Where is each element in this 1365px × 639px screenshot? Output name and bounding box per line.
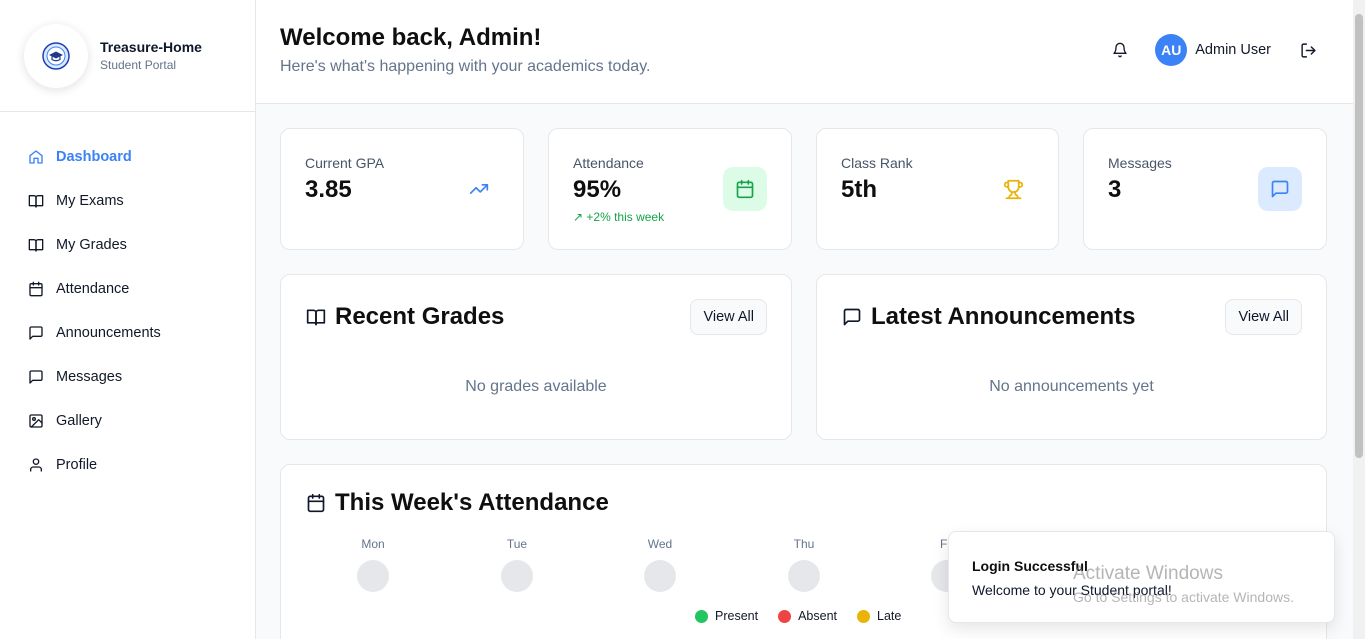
attendance-legend: Present Absent Late	[695, 609, 921, 623]
empty-state: No announcements yet	[989, 378, 1154, 395]
trending-up-icon	[457, 167, 501, 211]
sidebar-item-profile[interactable]: Profile	[0, 443, 255, 487]
sidebar: Treasure-Home Student Portal Dashboard M…	[0, 0, 256, 639]
brand-subtitle: Student Portal	[100, 58, 177, 72]
sidebar-item-label: My Exams	[56, 193, 124, 209]
calendar-icon	[305, 492, 327, 514]
legend-label: Present	[715, 609, 759, 623]
day-column: Thu	[774, 537, 834, 592]
sidebar-item-label: Profile	[56, 457, 98, 473]
login-toast[interactable]: Login Successful Welcome to your Student…	[948, 531, 1335, 623]
legend-item-absent: Absent	[778, 609, 837, 623]
stat-card-attendance: Attendance 95% ↗ +2% this week	[548, 128, 792, 250]
empty-state: No grades available	[465, 378, 607, 395]
panel-title: Latest Announcements	[871, 303, 1136, 330]
logout-icon[interactable]	[1299, 41, 1317, 59]
brand: Treasure-Home Student Portal	[0, 0, 255, 112]
book-open-icon	[28, 237, 44, 253]
attendance-status-dot	[501, 560, 533, 592]
page-title: Welcome back, Admin!	[280, 24, 542, 51]
day-label: Mon	[361, 537, 385, 551]
attendance-status-dot	[644, 560, 676, 592]
user-icon	[28, 457, 44, 473]
bell-icon[interactable]	[1111, 41, 1129, 59]
view-all-announcements-button[interactable]: View All	[1225, 299, 1302, 335]
calendar-icon	[28, 281, 44, 297]
brand-name: Treasure-Home	[100, 39, 202, 55]
message-square-icon	[28, 369, 44, 385]
avatar[interactable]: AU	[1155, 34, 1188, 66]
sidebar-item-my-grades[interactable]: My Grades	[0, 223, 255, 267]
sidebar-item-announcements[interactable]: Announcements	[0, 311, 255, 355]
sidebar-item-dashboard[interactable]: Dashboard	[0, 135, 255, 179]
panel-title: This Week's Attendance	[335, 489, 609, 516]
stat-value: 95%	[573, 176, 622, 203]
recent-grades-panel: Recent Grades View All No grades availab…	[280, 274, 792, 440]
stat-label: Class Rank	[841, 155, 913, 171]
stat-value: 3.85	[305, 176, 352, 203]
present-dot	[695, 609, 708, 623]
scrollbar-thumb[interactable]	[1355, 14, 1363, 458]
message-square-icon	[841, 306, 863, 328]
attendance-status-dot	[788, 560, 820, 592]
image-icon	[28, 413, 44, 429]
toast-description: Welcome to your Student portal!	[972, 582, 1172, 598]
sidebar-item-label: Messages	[56, 369, 123, 385]
sidebar-item-label: Announcements	[56, 325, 161, 341]
sidebar-item-messages[interactable]: Messages	[0, 355, 255, 399]
attendance-status-dot	[357, 560, 389, 592]
stat-label: Current GPA	[305, 155, 385, 171]
sidebar-item-label: Attendance	[56, 281, 130, 297]
toast-title: Login Successful	[972, 558, 1088, 574]
day-label: Thu	[793, 537, 815, 551]
legend-item-late: Late	[857, 609, 901, 623]
sidebar-item-my-exams[interactable]: My Exams	[0, 179, 255, 223]
book-open-icon	[305, 306, 327, 328]
message-square-icon	[1258, 167, 1302, 211]
stat-value: 3	[1108, 176, 1122, 203]
absent-dot	[778, 609, 792, 623]
stat-card-messages: Messages 3	[1083, 128, 1327, 250]
stat-label: Messages	[1108, 155, 1172, 171]
sidebar-item-gallery[interactable]: Gallery	[0, 399, 255, 443]
legend-label: Absent	[798, 609, 838, 623]
day-label: Wed	[647, 537, 673, 551]
top-header: Welcome back, Admin! Here's what's happe…	[256, 0, 1365, 104]
trophy-icon	[991, 167, 1035, 211]
user-name[interactable]: Admin User	[1195, 42, 1271, 58]
message-square-icon	[28, 325, 44, 341]
day-column: Wed	[630, 537, 690, 592]
announcements-panel: Latest Announcements View All No announc…	[816, 274, 1327, 440]
sidebar-item-attendance[interactable]: Attendance	[0, 267, 255, 311]
page-subtitle: Here's what's happening with your academ…	[280, 58, 651, 75]
home-icon	[28, 149, 44, 165]
panel-title: Recent Grades	[335, 303, 505, 330]
calendar-icon	[723, 167, 767, 211]
stat-card-class-rank: Class Rank 5th	[816, 128, 1059, 250]
stat-card-gpa: Current GPA 3.85	[280, 128, 524, 250]
stat-label: Attendance	[573, 155, 644, 171]
legend-label: Late	[877, 609, 902, 623]
stat-value: 5th	[841, 176, 877, 203]
late-dot	[857, 609, 871, 623]
book-open-icon	[28, 193, 44, 209]
sidebar-nav: Dashboard My Exams My Grades Attendance …	[0, 112, 255, 487]
day-label: Tue	[506, 537, 528, 551]
sidebar-item-label: Dashboard	[56, 149, 132, 165]
view-all-grades-button[interactable]: View All	[690, 299, 767, 335]
day-column: Mon	[343, 537, 403, 592]
day-column: Tue	[487, 537, 547, 592]
sidebar-item-label: Gallery	[56, 413, 102, 429]
school-logo[interactable]	[24, 23, 88, 88]
sidebar-item-label: My Grades	[56, 237, 127, 253]
legend-item-present: Present	[695, 609, 758, 623]
stat-trend: ↗ +2% this week	[573, 210, 665, 224]
page-scrollbar[interactable]	[1353, 0, 1365, 639]
